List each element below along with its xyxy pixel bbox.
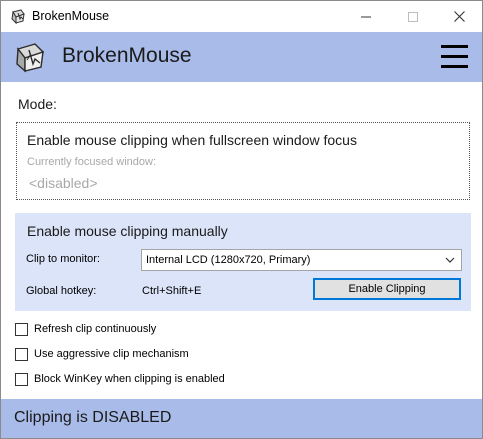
fullscreen-mode-title: Enable mouse clipping when fullscreen wi… bbox=[27, 132, 357, 148]
app-brand: BrokenMouse bbox=[62, 44, 192, 67]
close-button[interactable] bbox=[436, 1, 482, 32]
minimize-button[interactable] bbox=[343, 1, 389, 32]
block-winkey-checkbox[interactable]: Block WinKey when clipping is enabled bbox=[15, 371, 225, 387]
monitor-select-value: Internal LCD (1280x720, Primary) bbox=[146, 254, 311, 266]
chevron-down-icon bbox=[445, 257, 455, 263]
hamburger-menu-icon[interactable] bbox=[441, 45, 468, 69]
broken-mouse-cube-icon bbox=[11, 9, 25, 24]
app-header: BrokenMouse bbox=[1, 32, 482, 82]
manual-mode-title: Enable mouse clipping manually bbox=[27, 223, 228, 239]
title-bar: BrokenMouse bbox=[1, 1, 482, 32]
focused-window-value: <disabled> bbox=[29, 175, 98, 191]
maximize-icon bbox=[408, 11, 418, 22]
checkbox-label: Use aggressive clip mechanism bbox=[34, 348, 189, 360]
window-title: BrokenMouse bbox=[32, 9, 110, 23]
monitor-select[interactable]: Internal LCD (1280x720, Primary) bbox=[141, 249, 462, 271]
broken-mouse-cube-icon bbox=[16, 43, 45, 73]
checkbox-label: Block WinKey when clipping is enabled bbox=[34, 373, 225, 385]
minimize-icon bbox=[361, 16, 371, 17]
aggressive-clip-checkbox[interactable]: Use aggressive clip mechanism bbox=[15, 346, 189, 362]
focused-window-label: Currently focused window: bbox=[27, 156, 157, 168]
clipping-status: Clipping is DISABLED bbox=[14, 409, 172, 426]
fullscreen-mode-option[interactable]: Enable mouse clipping when fullscreen wi… bbox=[16, 122, 470, 200]
enable-clipping-button[interactable]: Enable Clipping bbox=[313, 278, 461, 300]
app-window: BrokenMouse BrokenMouse Mode: Enable mou… bbox=[0, 0, 483, 439]
checkbox-box[interactable] bbox=[15, 372, 28, 386]
clip-to-monitor-label: Clip to monitor: bbox=[26, 253, 100, 265]
close-icon bbox=[453, 11, 465, 22]
refresh-clip-checkbox[interactable]: Refresh clip continuously bbox=[15, 321, 156, 337]
global-hotkey-value: Ctrl+Shift+E bbox=[142, 285, 202, 297]
checkbox-box[interactable] bbox=[15, 347, 28, 361]
checkbox-label: Refresh clip continuously bbox=[34, 323, 157, 335]
checkbox-box[interactable] bbox=[15, 322, 28, 336]
status-bar: Clipping is DISABLED bbox=[1, 399, 482, 438]
global-hotkey-label: Global hotkey: bbox=[26, 285, 97, 297]
mode-label: Mode: bbox=[18, 96, 57, 112]
manual-mode-panel[interactable]: Enable mouse clipping manually Clip to m… bbox=[15, 213, 471, 311]
maximize-button[interactable] bbox=[390, 1, 436, 32]
